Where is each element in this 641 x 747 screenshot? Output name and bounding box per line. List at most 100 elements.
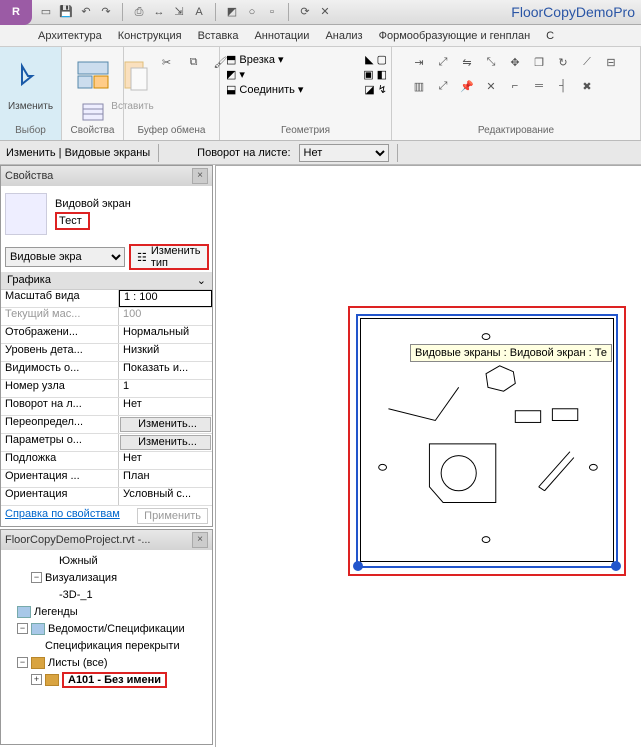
tree-item-schedule-item[interactable]: Спецификация перекрыти xyxy=(3,637,210,654)
property-value[interactable]: Нет xyxy=(119,398,212,415)
offset-icon[interactable]: ⤢ xyxy=(432,51,454,73)
open-icon[interactable]: ▭ xyxy=(38,4,54,20)
property-row[interactable]: Переопредел...Изменить... xyxy=(1,416,212,434)
cut-geom-label[interactable]: Врезка xyxy=(239,54,275,66)
edit-type-button[interactable]: ☷Изменить тип xyxy=(129,244,209,270)
tab-massing[interactable]: Формообразующие и генплан xyxy=(379,30,531,42)
property-value[interactable]: 1 xyxy=(119,380,212,397)
section-icon[interactable]: ○ xyxy=(244,4,260,20)
close-icon[interactable]: × xyxy=(192,532,208,548)
property-row[interactable]: Номер узла1 xyxy=(1,380,212,398)
tab-more[interactable]: С xyxy=(546,30,554,42)
property-row[interactable]: ОриентацияУсловный с... xyxy=(1,488,212,506)
group-header-graphics[interactable]: Графика⌄ xyxy=(1,272,212,289)
property-value[interactable]: Условный с... xyxy=(119,488,212,505)
window-title: FloorCopyDemoPro xyxy=(511,4,641,20)
tree-item-sheets[interactable]: −Листы (все) xyxy=(3,654,210,671)
property-row[interactable]: Ориентация ...План xyxy=(1,470,212,488)
tab-analyze[interactable]: Анализ xyxy=(325,30,362,42)
redo-icon[interactable]: ↷ xyxy=(98,4,114,20)
property-name: Подложка xyxy=(1,452,119,469)
viewport-grip-br[interactable] xyxy=(611,561,621,571)
tree-item-legends[interactable]: Легенды xyxy=(3,603,210,620)
unpin-icon[interactable]: ✕ xyxy=(480,75,502,97)
rotate-icon[interactable]: ↻ xyxy=(552,51,574,73)
property-row[interactable]: ПодложкаНет xyxy=(1,452,212,470)
trim-single-icon[interactable]: ┤ xyxy=(552,75,574,97)
type-thumbnail[interactable] xyxy=(5,193,47,235)
mirror-draw-icon[interactable]: ⤡ xyxy=(480,51,502,73)
three-d-icon[interactable]: ◩ xyxy=(224,4,240,20)
tree-item-south[interactable]: Южный xyxy=(3,552,210,569)
extend-icon[interactable]: ═ xyxy=(528,75,550,97)
join-label[interactable]: Соединить xyxy=(239,84,295,96)
move-icon[interactable]: ✥ xyxy=(504,51,526,73)
tab-architecture[interactable]: Архитектура xyxy=(38,30,102,42)
property-value[interactable]: Показать и... xyxy=(119,362,212,379)
split-face-icon[interactable]: ◪ xyxy=(364,83,374,96)
tree-item-schedules[interactable]: −Ведомости/Спецификации xyxy=(3,620,210,637)
property-value[interactable]: Нормальный xyxy=(119,326,212,343)
notch-icon[interactable]: ◣ xyxy=(365,53,373,66)
property-value[interactable]: Низкий xyxy=(119,344,212,361)
wall-open-icon[interactable]: ▣ xyxy=(363,68,373,81)
array-icon[interactable]: ▥ xyxy=(408,75,430,97)
pin-icon[interactable]: 📌 xyxy=(456,75,478,97)
beam-join-icon[interactable]: ↯ xyxy=(378,83,387,96)
property-row[interactable]: Параметры о...Изменить... xyxy=(1,434,212,452)
property-value[interactable]: Изменить... xyxy=(120,417,211,432)
mirror-axis-icon[interactable]: ⇋ xyxy=(456,51,478,73)
property-row[interactable]: Текущий мас...100 xyxy=(1,308,212,326)
family-name: Видовой экран xyxy=(55,198,131,210)
rotation-select[interactable]: Нет xyxy=(299,144,389,162)
tree-item-3d[interactable]: -3D-_1 xyxy=(3,586,210,603)
app-menu-button[interactable]: R xyxy=(0,0,32,25)
properties-help-link[interactable]: Справка по свойствам xyxy=(5,508,120,524)
cope-icon[interactable]: ⬒ xyxy=(226,53,236,66)
tab-insert[interactable]: Вставка xyxy=(198,30,239,42)
align-icon[interactable]: ⇲ xyxy=(171,4,187,20)
property-row[interactable]: Видимость о...Показать и... xyxy=(1,362,212,380)
property-row[interactable]: Уровень дета...Низкий xyxy=(1,344,212,362)
sheet-icon[interactable]: ▫ xyxy=(264,4,280,20)
tree-item-sheet-a101[interactable]: +A101 - Без имени xyxy=(3,671,210,688)
sync-icon[interactable]: ⟳ xyxy=(297,4,313,20)
property-value[interactable]: 1 : 100 xyxy=(119,290,212,307)
geometry-panel-caption: Геометрия xyxy=(281,123,330,138)
property-value[interactable]: План xyxy=(119,470,212,487)
trim-icon[interactable]: ⟋ xyxy=(576,51,598,73)
tab-annotate[interactable]: Аннотации xyxy=(254,30,309,42)
property-value[interactable]: Нет xyxy=(119,452,212,469)
property-row[interactable]: Поворот на л...Нет xyxy=(1,398,212,416)
text-icon[interactable]: A xyxy=(191,4,207,20)
cut-profile-icon[interactable]: ◩ xyxy=(226,68,236,81)
measure-icon[interactable]: ↔ xyxy=(151,4,167,20)
copy-modify-icon[interactable]: ❐ xyxy=(528,51,550,73)
join-icon[interactable]: ⬓ xyxy=(226,83,236,96)
property-row[interactable]: Отображени...Нормальный xyxy=(1,326,212,344)
tab-structure[interactable]: Конструкция xyxy=(118,30,182,42)
close-hidden-icon[interactable]: ✕ xyxy=(317,4,333,20)
instance-filter-select[interactable]: Видовые экра xyxy=(5,247,125,267)
print-icon[interactable]: ⎙ xyxy=(131,4,147,20)
drawing-canvas[interactable]: Видовые экраны : Видовой экран : Те xyxy=(215,165,641,747)
viewport-grip-bl[interactable] xyxy=(353,561,363,571)
demolish-icon[interactable]: ◧ xyxy=(377,68,387,81)
delete-icon[interactable]: ✖ xyxy=(576,75,598,97)
apply-button[interactable]: Применить xyxy=(137,508,208,524)
tree-item-visualization[interactable]: −Визуализация xyxy=(3,569,210,586)
save-icon[interactable]: 💾 xyxy=(58,4,74,20)
align-icon[interactable]: ⇥ xyxy=(408,51,430,73)
gap-icon[interactable]: ▢ xyxy=(377,53,387,66)
property-value[interactable]: Изменить... xyxy=(120,435,211,450)
property-value[interactable]: 100 xyxy=(119,308,212,325)
undo-icon[interactable]: ↶ xyxy=(78,4,94,20)
close-icon[interactable]: × xyxy=(192,168,208,184)
split-icon[interactable]: ⊟ xyxy=(600,51,622,73)
trim-corner-icon[interactable]: ⌐ xyxy=(504,75,526,97)
paste-button[interactable] xyxy=(110,49,162,101)
modify-button[interactable] xyxy=(5,49,57,101)
scale-icon[interactable]: ⤢ xyxy=(432,75,454,97)
copy-icon[interactable]: ⧉ xyxy=(183,51,205,73)
property-row[interactable]: Масштаб вида1 : 100 xyxy=(1,290,212,308)
